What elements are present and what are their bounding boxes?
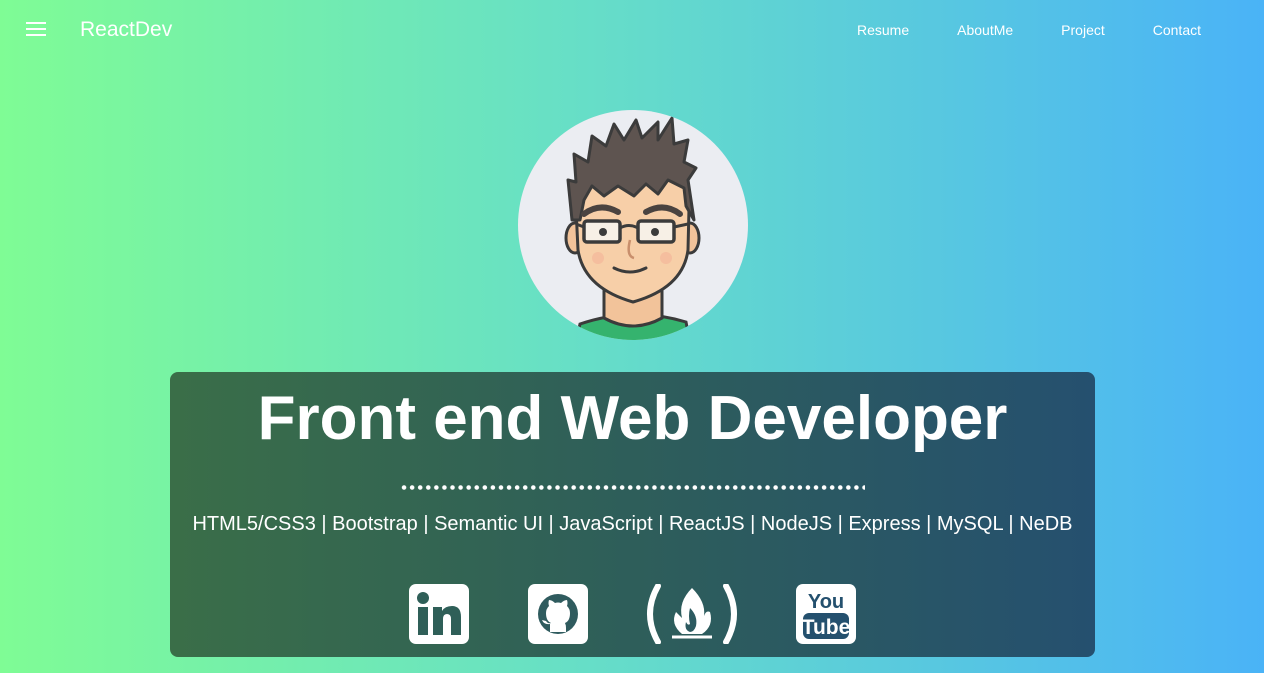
brand-title[interactable]: ReactDev xyxy=(80,18,172,42)
freecodecamp-icon[interactable] xyxy=(644,583,740,649)
main-nav: Resume AboutMe Project Contact xyxy=(833,20,1264,40)
nav-aboutme-link[interactable]: AboutMe xyxy=(933,20,1037,40)
dotted-divider xyxy=(400,485,865,490)
github-icon[interactable] xyxy=(528,584,588,649)
hamburger-menu-icon[interactable] xyxy=(26,22,46,38)
linkedin-icon[interactable] xyxy=(409,584,469,649)
svg-text:Tube: Tube xyxy=(802,616,851,639)
nav-resume-link[interactable]: Resume xyxy=(833,20,933,40)
developer-avatar xyxy=(518,110,748,340)
youtube-icon[interactable]: You Tube xyxy=(796,584,856,649)
intro-card: Front end Web Developer HTML5/CSS3 | Boo… xyxy=(170,372,1095,657)
nav-contact-link[interactable]: Contact xyxy=(1129,20,1264,40)
skills-list: HTML5/CSS3 | Bootstrap | Semantic UI | J… xyxy=(192,513,1073,535)
svg-text:You: You xyxy=(808,591,844,613)
page-title: Front end Web Developer xyxy=(257,384,1008,453)
top-navbar: ReactDev Resume AboutMe Project Contact xyxy=(0,0,1264,60)
nav-project-link[interactable]: Project xyxy=(1037,20,1129,40)
